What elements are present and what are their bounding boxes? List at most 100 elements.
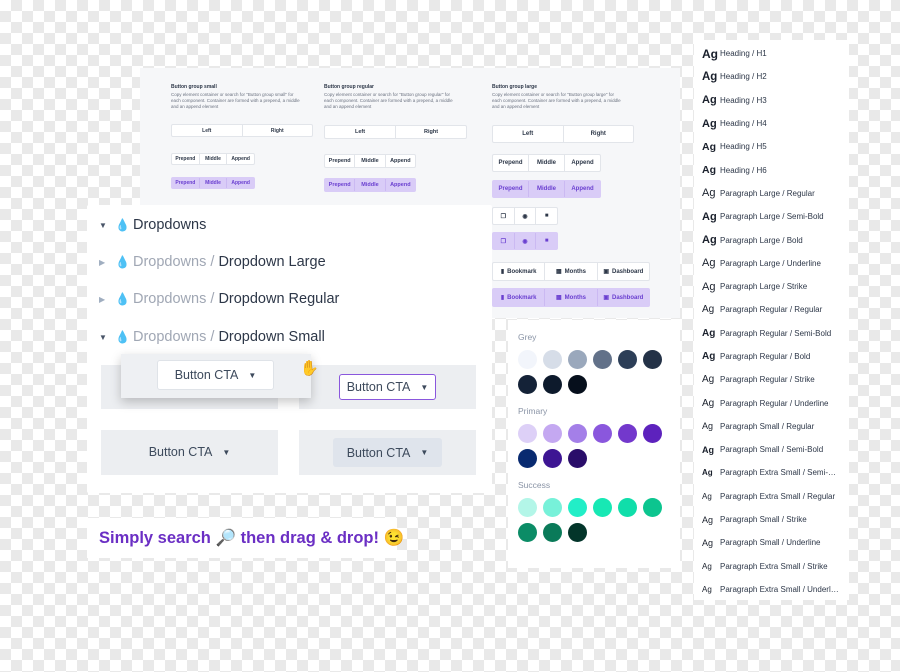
typography-style-item[interactable]: Ag Paragraph Regular / Semi-Bold <box>694 322 849 345</box>
typography-style-item[interactable]: Ag Paragraph Large / Strike <box>694 275 849 298</box>
caret-down-icon[interactable]: ▼ <box>99 221 115 230</box>
dropdown-button[interactable]: Button CTA ▼ <box>157 360 274 390</box>
dashboard-button[interactable]: ▣ Dashboard <box>598 263 649 280</box>
typography-style-item[interactable]: Ag Paragraph Regular / Regular <box>694 298 849 321</box>
middle-button[interactable]: Middle <box>200 178 228 188</box>
color-swatch[interactable] <box>518 449 537 468</box>
right-button[interactable]: Right <box>396 126 466 138</box>
layer-row-dropdown-regular[interactable]: ▶ 💧 Dropdowns / Dropdown Regular <box>99 291 339 307</box>
copy-icon[interactable]: ❐ <box>493 208 515 224</box>
color-swatch[interactable] <box>568 449 587 468</box>
color-swatch[interactable] <box>543 375 562 394</box>
trash-icon[interactable]: ■ <box>536 208 557 224</box>
bookmark-button[interactable]: ▮ Bookmark <box>493 263 546 280</box>
color-swatch[interactable] <box>543 449 562 468</box>
typography-style-item[interactable]: Ag Paragraph Small / Strike <box>694 508 849 531</box>
color-swatch[interactable] <box>643 424 662 443</box>
append-button[interactable]: Append <box>565 181 600 197</box>
typography-style-item[interactable]: Ag Paragraph Extra Small / Strike <box>694 555 849 578</box>
typography-style-item[interactable]: Ag Heading / H5 <box>694 135 849 158</box>
append-button[interactable]: Append <box>227 154 254 164</box>
append-button[interactable]: Append <box>565 155 600 171</box>
typography-style-item[interactable]: Ag Paragraph Large / Underline <box>694 252 849 275</box>
typography-style-item[interactable]: Ag Paragraph Regular / Underline <box>694 391 849 414</box>
color-swatch[interactable] <box>643 350 662 369</box>
caret-right-icon[interactable]: ▶ <box>99 295 115 304</box>
left-button[interactable]: Left <box>325 126 396 138</box>
middle-button[interactable]: Middle <box>355 155 386 167</box>
color-swatch[interactable] <box>543 424 562 443</box>
right-button[interactable]: Right <box>564 126 634 142</box>
typography-style-item[interactable]: Ag Paragraph Extra Small / Regular <box>694 485 849 508</box>
typography-style-item[interactable]: Ag Paragraph Small / Regular <box>694 415 849 438</box>
trash-icon[interactable]: ■ <box>536 233 557 249</box>
layer-row-dropdown-small[interactable]: ▼ 💧 Dropdowns / Dropdown Small <box>99 329 325 345</box>
typography-style-item[interactable]: Ag Paragraph Large / Regular <box>694 182 849 205</box>
color-swatch[interactable] <box>518 523 537 542</box>
dropdown-button[interactable]: Button CTA ▼ <box>129 438 250 466</box>
right-button[interactable]: Right <box>243 125 313 136</box>
dropdown-button-focused[interactable]: Button CTA ▼ <box>339 374 436 400</box>
dashboard-button[interactable]: ▣ Dashboard <box>598 289 649 306</box>
middle-button[interactable]: Middle <box>200 154 228 164</box>
color-swatch[interactable] <box>518 350 537 369</box>
eye-icon[interactable]: ◉ <box>515 233 537 249</box>
typography-style-item[interactable]: Ag Paragraph Regular / Bold <box>694 345 849 368</box>
typography-style-item[interactable]: Ag Paragraph Large / Bold <box>694 228 849 251</box>
color-swatch[interactable] <box>643 498 662 517</box>
left-button[interactable]: Left <box>493 126 564 142</box>
left-button[interactable]: Left <box>172 125 243 136</box>
color-swatch[interactable] <box>593 498 612 517</box>
prepend-button[interactable]: Prepend <box>493 155 529 171</box>
copy-icon[interactable]: ❐ <box>493 233 515 249</box>
months-button[interactable]: ▦ Months <box>545 263 598 280</box>
color-swatch[interactable] <box>543 350 562 369</box>
typography-style-item[interactable]: Ag Heading / H2 <box>694 65 849 88</box>
color-swatch[interactable] <box>568 375 587 394</box>
caret-right-icon[interactable]: ▶ <box>99 258 115 267</box>
typography-style-item[interactable]: Ag Heading / H6 <box>694 158 849 181</box>
typography-style-item[interactable]: Ag Paragraph Extra Small / Underline <box>694 578 849 601</box>
middle-button[interactable]: Middle <box>529 155 565 171</box>
color-swatch[interactable] <box>568 523 587 542</box>
typography-style-item[interactable]: Ag Paragraph Small / Semi-Bold <box>694 438 849 461</box>
append-button[interactable]: Append <box>386 155 415 167</box>
color-swatch[interactable] <box>518 498 537 517</box>
eye-icon[interactable]: ◉ <box>515 208 537 224</box>
prepend-button[interactable]: Prepend <box>493 181 529 197</box>
middle-button[interactable]: Middle <box>355 179 386 191</box>
typography-style-item[interactable]: Ag Heading / H1 <box>694 42 849 65</box>
typography-style-item[interactable]: Ag Paragraph Small / Underline <box>694 531 849 554</box>
color-swatch[interactable] <box>593 424 612 443</box>
prepend-button[interactable]: Prepend <box>172 154 200 164</box>
caret-down-icon[interactable]: ▼ <box>99 333 115 342</box>
color-swatch[interactable] <box>543 523 562 542</box>
append-button[interactable]: Append <box>227 178 254 188</box>
typography-style-item[interactable]: Ag Paragraph Extra Small / Semi-Bold <box>694 461 849 484</box>
color-swatch[interactable] <box>568 424 587 443</box>
append-button[interactable]: Append <box>386 179 415 191</box>
typography-style-item[interactable]: Ag Heading / H4 <box>694 112 849 135</box>
dropdown-button-hover[interactable]: Button CTA ▼ <box>333 438 442 467</box>
bookmark-button[interactable]: ▮ Bookmark <box>493 289 546 306</box>
layer-row-dropdown-large[interactable]: ▶ 💧 Dropdowns / Dropdown Large <box>99 254 326 270</box>
prepend-button[interactable]: Prepend <box>172 178 200 188</box>
color-swatch[interactable] <box>518 424 537 443</box>
color-swatch[interactable] <box>568 498 587 517</box>
color-swatch[interactable] <box>568 350 587 369</box>
prepend-button[interactable]: Prepend <box>325 155 356 167</box>
typography-style-item[interactable]: Ag Paragraph Regular / Strike <box>694 368 849 391</box>
color-swatch[interactable] <box>543 498 562 517</box>
color-swatch[interactable] <box>618 424 637 443</box>
color-swatch[interactable] <box>618 350 637 369</box>
color-swatch[interactable] <box>593 350 612 369</box>
prepend-button[interactable]: Prepend <box>325 179 356 191</box>
dragged-component-card[interactable]: Button CTA ▼ <box>121 354 311 398</box>
color-swatch[interactable] <box>518 375 537 394</box>
typography-style-item[interactable]: Ag Paragraph Large / Semi-Bold <box>694 205 849 228</box>
layer-row-dropdowns[interactable]: ▼ 💧 Dropdowns <box>99 217 206 233</box>
typography-style-item[interactable]: Ag Heading / H3 <box>694 89 849 112</box>
middle-button[interactable]: Middle <box>529 181 565 197</box>
months-button[interactable]: ▦ Months <box>545 289 598 306</box>
color-swatch[interactable] <box>618 498 637 517</box>
